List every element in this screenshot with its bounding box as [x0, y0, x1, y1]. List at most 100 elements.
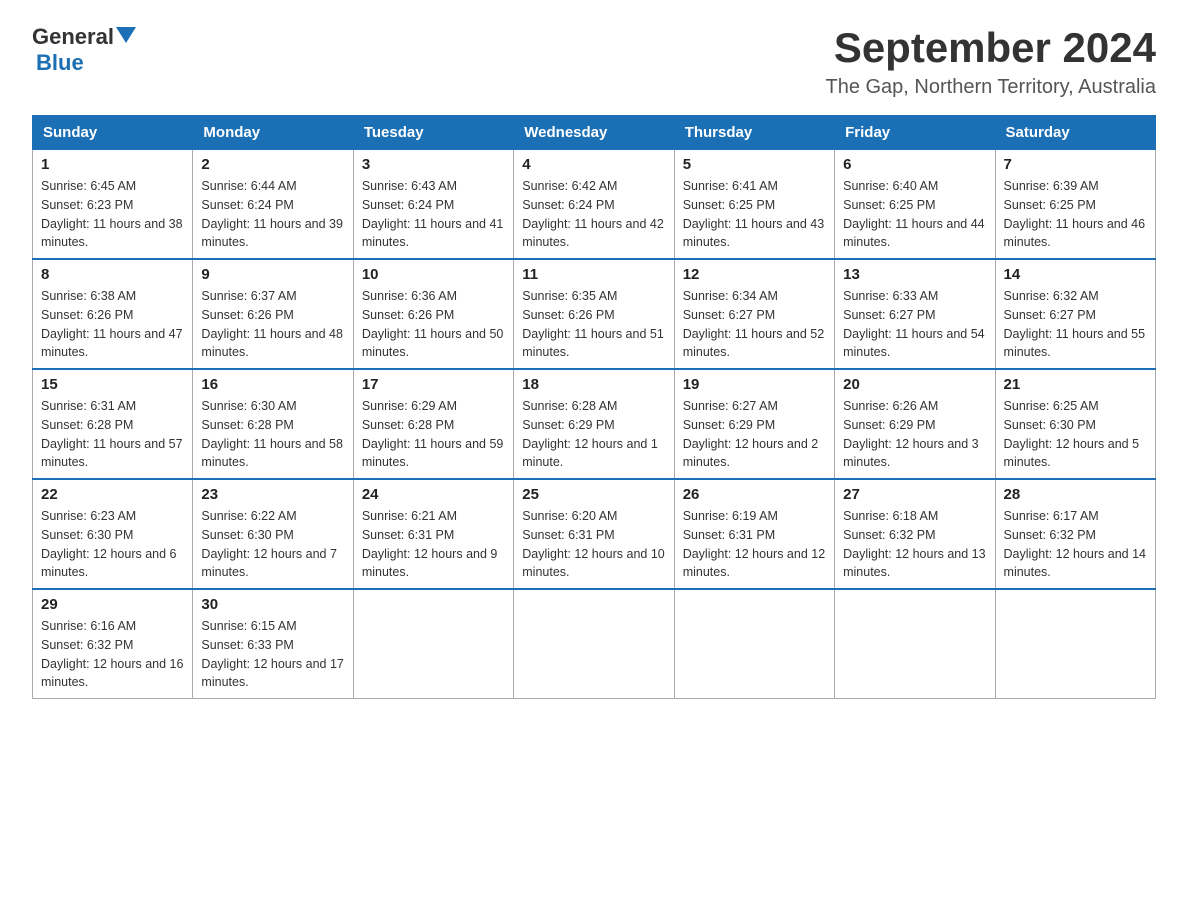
month-year-title: September 2024 — [825, 24, 1156, 72]
day-info: Sunrise: 6:37 AMSunset: 6:26 PMDaylight:… — [201, 287, 344, 362]
calendar-cell: 20 Sunrise: 6:26 AMSunset: 6:29 PMDayligh… — [835, 369, 995, 479]
day-number: 16 — [201, 376, 344, 393]
calendar-cell: 10 Sunrise: 6:36 AMSunset: 6:26 PMDayligh… — [353, 259, 513, 369]
day-info: Sunrise: 6:42 AMSunset: 6:24 PMDaylight:… — [522, 177, 665, 252]
calendar-cell: 5Sunrise: 6:41 AMSunset: 6:25 PMDaylight… — [674, 150, 834, 260]
calendar-cell: 23Sunrise: 6:22 AMSunset: 6:30 PMDayligh… — [193, 479, 353, 589]
calendar-header-row: SundayMondayTuesdayWednesdayThursdayFrid… — [33, 116, 1156, 150]
day-number: 4 — [522, 156, 665, 173]
day-info: Sunrise: 6:30 AMSunset: 6:28 PMDaylight:… — [201, 397, 344, 472]
day-number: 2 — [201, 156, 344, 173]
col-header-tuesday: Tuesday — [353, 116, 513, 150]
calendar-cell — [835, 589, 995, 699]
day-info: Sunrise: 6:23 AMSunset: 6:30 PMDaylight:… — [41, 507, 184, 582]
calendar-cell: 29 Sunrise: 6:16 AMSunset: 6:32 PMDayligh… — [33, 589, 193, 699]
day-info: Sunrise: 6:17 AMSunset: 6:32 PMDaylight:… — [1004, 507, 1147, 582]
calendar-cell: 22 Sunrise: 6:23 AMSunset: 6:30 PMDayligh… — [33, 479, 193, 589]
calendar-cell: 19 Sunrise: 6:27 AMSunset: 6:29 PMDayligh… — [674, 369, 834, 479]
logo-blue-text: Blue — [36, 50, 84, 75]
day-info: Sunrise: 6:18 AMSunset: 6:32 PMDaylight:… — [843, 507, 986, 582]
col-header-thursday: Thursday — [674, 116, 834, 150]
calendar-cell: 25 Sunrise: 6:20 AMSunset: 6:31 PMDayligh… — [514, 479, 674, 589]
day-number: 18 — [522, 376, 665, 393]
col-header-monday: Monday — [193, 116, 353, 150]
calendar-cell: 27 Sunrise: 6:18 AMSunset: 6:32 PMDayligh… — [835, 479, 995, 589]
day-number: 8 — [41, 266, 184, 283]
day-number: 29 — [41, 596, 184, 613]
day-info: Sunrise: 6:27 AMSunset: 6:29 PMDaylight:… — [683, 397, 826, 472]
day-info: Sunrise: 6:35 AMSunset: 6:26 PMDaylight:… — [522, 287, 665, 362]
day-number: 6 — [843, 156, 986, 173]
calendar-cell: 13 Sunrise: 6:33 AMSunset: 6:27 PMDayligh… — [835, 259, 995, 369]
calendar-cell — [514, 589, 674, 699]
calendar-week-row: 22 Sunrise: 6:23 AMSunset: 6:30 PMDayligh… — [33, 479, 1156, 589]
day-number: 13 — [843, 266, 986, 283]
calendar-cell: 8 Sunrise: 6:38 AMSunset: 6:26 PMDaylight… — [33, 259, 193, 369]
day-number: 10 — [362, 266, 505, 283]
day-number: 20 — [843, 376, 986, 393]
day-number: 23 — [201, 486, 344, 503]
day-number: 25 — [522, 486, 665, 503]
day-info: Sunrise: 6:19 AMSunset: 6:31 PMDaylight:… — [683, 507, 826, 582]
logo: General Blue — [32, 24, 136, 76]
day-number: 26 — [683, 486, 826, 503]
day-info: Sunrise: 6:39 AMSunset: 6:25 PMDaylight:… — [1004, 177, 1147, 252]
day-info: Sunrise: 6:28 AMSunset: 6:29 PMDaylight:… — [522, 397, 665, 472]
calendar-cell: 11 Sunrise: 6:35 AMSunset: 6:26 PMDayligh… — [514, 259, 674, 369]
day-number: 1 — [41, 156, 184, 173]
day-info: Sunrise: 6:41 AMSunset: 6:25 PMDaylight:… — [683, 177, 826, 252]
calendar-cell — [353, 589, 513, 699]
logo-general-text: General — [32, 24, 114, 50]
day-info: Sunrise: 6:29 AMSunset: 6:28 PMDaylight:… — [362, 397, 505, 472]
day-number: 14 — [1004, 266, 1147, 283]
day-info: Sunrise: 6:45 AMSunset: 6:23 PMDaylight:… — [41, 177, 184, 252]
day-number: 15 — [41, 376, 184, 393]
calendar-cell: 17Sunrise: 6:29 AMSunset: 6:28 PMDayligh… — [353, 369, 513, 479]
day-info: Sunrise: 6:34 AMSunset: 6:27 PMDaylight:… — [683, 287, 826, 362]
calendar-cell: 24Sunrise: 6:21 AMSunset: 6:31 PMDayligh… — [353, 479, 513, 589]
calendar-cell: 4 Sunrise: 6:42 AMSunset: 6:24 PMDaylight… — [514, 150, 674, 260]
day-info: Sunrise: 6:15 AMSunset: 6:33 PMDaylight:… — [201, 617, 344, 692]
calendar-cell: 26 Sunrise: 6:19 AMSunset: 6:31 PMDayligh… — [674, 479, 834, 589]
day-number: 28 — [1004, 486, 1147, 503]
calendar-cell: 12 Sunrise: 6:34 AMSunset: 6:27 PMDayligh… — [674, 259, 834, 369]
calendar-cell: 28 Sunrise: 6:17 AMSunset: 6:32 PMDayligh… — [995, 479, 1155, 589]
day-number: 22 — [41, 486, 184, 503]
col-header-friday: Friday — [835, 116, 995, 150]
day-info: Sunrise: 6:26 AMSunset: 6:29 PMDaylight:… — [843, 397, 986, 472]
calendar-cell: 21Sunrise: 6:25 AMSunset: 6:30 PMDayligh… — [995, 369, 1155, 479]
calendar-cell: 1 Sunrise: 6:45 AMSunset: 6:23 PMDaylight… — [33, 150, 193, 260]
day-number: 9 — [201, 266, 344, 283]
day-number: 7 — [1004, 156, 1147, 173]
calendar-table: SundayMondayTuesdayWednesdayThursdayFrid… — [32, 115, 1156, 699]
day-info: Sunrise: 6:40 AMSunset: 6:25 PMDaylight:… — [843, 177, 986, 252]
calendar-cell: 30Sunrise: 6:15 AMSunset: 6:33 PMDayligh… — [193, 589, 353, 699]
day-info: Sunrise: 6:20 AMSunset: 6:31 PMDaylight:… — [522, 507, 665, 582]
calendar-cell: 9 Sunrise: 6:37 AMSunset: 6:26 PMDaylight… — [193, 259, 353, 369]
day-number: 11 — [522, 266, 665, 283]
calendar-cell: 14Sunrise: 6:32 AMSunset: 6:27 PMDayligh… — [995, 259, 1155, 369]
day-number: 12 — [683, 266, 826, 283]
day-number: 19 — [683, 376, 826, 393]
day-number: 21 — [1004, 376, 1147, 393]
calendar-cell: 3Sunrise: 6:43 AMSunset: 6:24 PMDaylight… — [353, 150, 513, 260]
calendar-week-row: 15 Sunrise: 6:31 AMSunset: 6:28 PMDayligh… — [33, 369, 1156, 479]
day-info: Sunrise: 6:43 AMSunset: 6:24 PMDaylight:… — [362, 177, 505, 252]
page-header: General Blue September 2024 The Gap, Nor… — [32, 24, 1156, 99]
calendar-cell: 15 Sunrise: 6:31 AMSunset: 6:28 PMDayligh… — [33, 369, 193, 479]
day-info: Sunrise: 6:38 AMSunset: 6:26 PMDaylight:… — [41, 287, 184, 362]
day-info: Sunrise: 6:21 AMSunset: 6:31 PMDaylight:… — [362, 507, 505, 582]
day-info: Sunrise: 6:44 AMSunset: 6:24 PMDaylight:… — [201, 177, 344, 252]
calendar-cell: 6 Sunrise: 6:40 AMSunset: 6:25 PMDaylight… — [835, 150, 995, 260]
col-header-wednesday: Wednesday — [514, 116, 674, 150]
col-header-saturday: Saturday — [995, 116, 1155, 150]
calendar-cell — [674, 589, 834, 699]
day-info: Sunrise: 6:33 AMSunset: 6:27 PMDaylight:… — [843, 287, 986, 362]
col-header-sunday: Sunday — [33, 116, 193, 150]
day-info: Sunrise: 6:36 AMSunset: 6:26 PMDaylight:… — [362, 287, 505, 362]
calendar-cell: 18 Sunrise: 6:28 AMSunset: 6:29 PMDayligh… — [514, 369, 674, 479]
day-info: Sunrise: 6:16 AMSunset: 6:32 PMDaylight:… — [41, 617, 184, 692]
calendar-week-row: 29 Sunrise: 6:16 AMSunset: 6:32 PMDayligh… — [33, 589, 1156, 699]
day-number: 27 — [843, 486, 986, 503]
day-info: Sunrise: 6:31 AMSunset: 6:28 PMDaylight:… — [41, 397, 184, 472]
